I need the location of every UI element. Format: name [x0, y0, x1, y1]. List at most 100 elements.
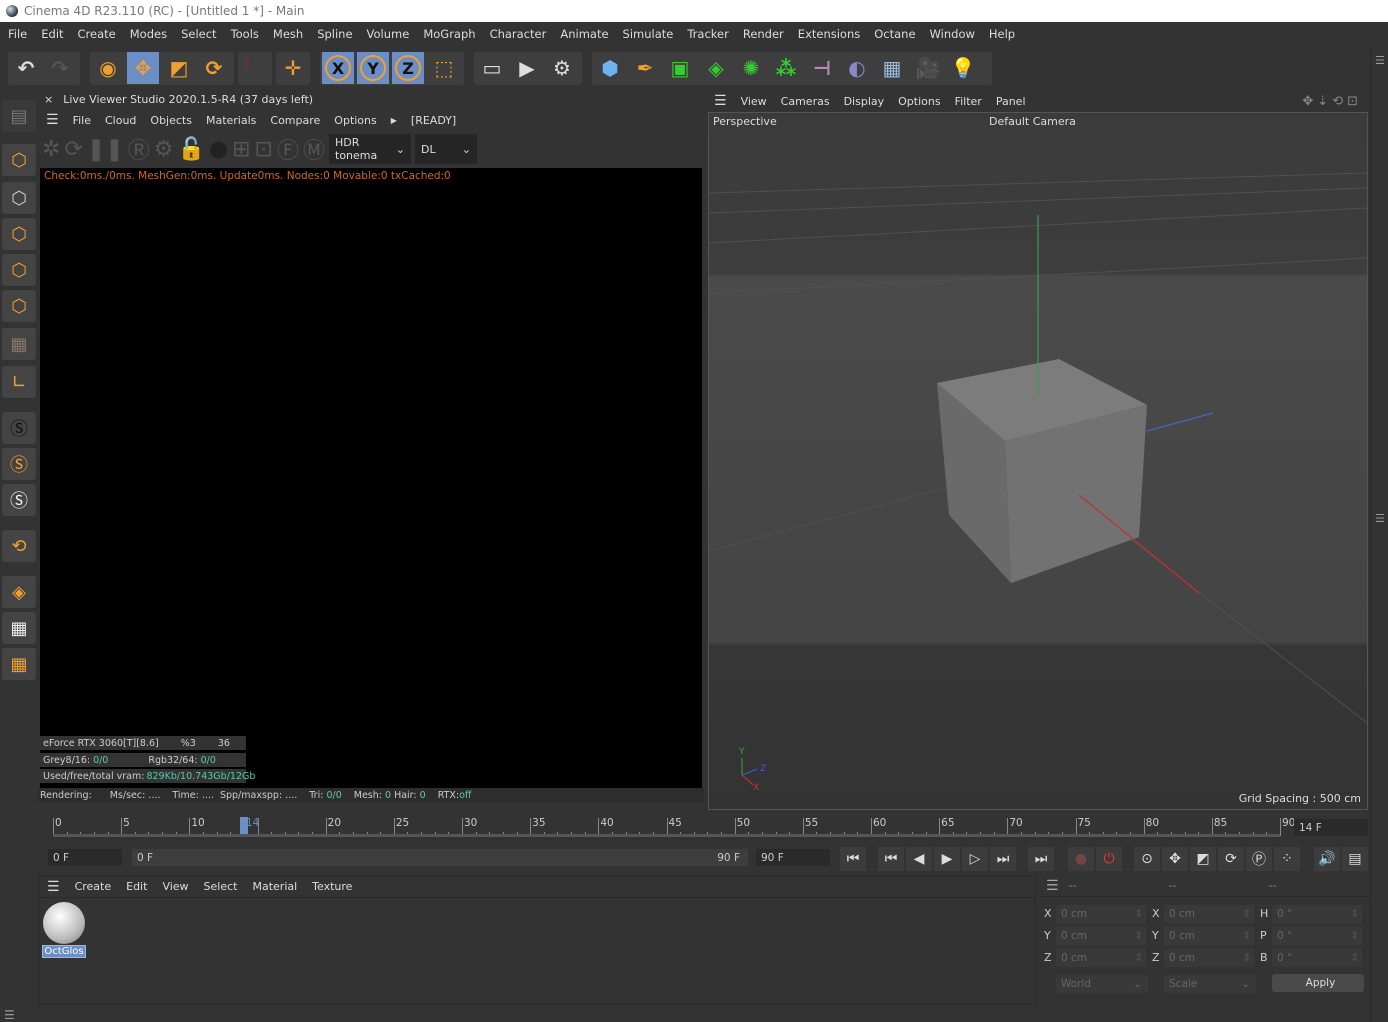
lv-menu-cloud[interactable]: Cloud [105, 114, 136, 127]
coord-field[interactable]: 0 cm ⇕ [1056, 905, 1146, 923]
hamburger-menu-icon[interactable]: ☰ [1046, 878, 1059, 894]
coord-field[interactable]: 0 cm ⇕ [1056, 949, 1146, 967]
pause-icon[interactable]: ❚❚ [87, 137, 124, 162]
maximize-view-icon[interactable]: ⊡ [1347, 94, 1362, 109]
point-mode-icon[interactable]: ⬡ [2, 218, 36, 250]
key-scale-icon[interactable]: ◩ [1190, 847, 1216, 871]
material-item[interactable]: OctGlos [42, 901, 86, 961]
mat-menu-create[interactable]: Create [75, 880, 112, 893]
key-rotation-icon[interactable]: ⟳ [1218, 847, 1244, 871]
projection-label[interactable]: Perspective [713, 115, 777, 128]
menu-edit[interactable]: Edit [41, 27, 63, 41]
autokey-icon[interactable]: ⏻ [1096, 847, 1122, 871]
vp-menu-panel[interactable]: Panel [996, 95, 1026, 108]
camera-label[interactable]: Default Camera [989, 115, 1076, 128]
snap-settings-icon[interactable]: Ⓢ [2, 448, 36, 480]
key-position-icon[interactable]: ✥ [1162, 847, 1188, 871]
apply-button[interactable]: Apply [1272, 974, 1364, 992]
render-canvas[interactable]: Check:0ms./0ms. MeshGen:0ms. Update0ms. … [40, 168, 702, 788]
subdivision-icon[interactable]: ▣ [664, 52, 696, 84]
menu-volume[interactable]: Volume [367, 27, 410, 41]
vp-menu-options[interactable]: Options [898, 95, 940, 108]
render-picture-viewer-icon[interactable]: ▶ [511, 52, 543, 84]
menu-simulate[interactable]: Simulate [623, 27, 674, 41]
scale-tool-icon[interactable]: ◩ [163, 52, 195, 84]
cloner-icon[interactable]: ✺ [735, 52, 767, 84]
close-icon[interactable]: × [44, 93, 53, 106]
pan-view-icon[interactable]: ✥ [1302, 94, 1317, 109]
menu-extensions[interactable]: Extensions [798, 27, 860, 41]
stepper-icon[interactable]: ⇕ [1350, 930, 1359, 942]
go-to-start-icon[interactable]: ⏮ [840, 847, 866, 871]
menu-render[interactable]: Render [743, 27, 784, 41]
vp-menu-display[interactable]: Display [844, 95, 885, 108]
hamburger-menu-icon[interactable]: ☰ [47, 879, 60, 895]
move-tool-icon[interactable]: ✥ [127, 52, 159, 84]
kernel-dropdown[interactable]: DL ⌄ [415, 134, 478, 164]
menu-animate[interactable]: Animate [560, 27, 608, 41]
x-axis-lock[interactable]: X [322, 52, 354, 84]
lv-menu-materials[interactable]: Materials [206, 114, 256, 127]
3d-viewport[interactable]: Perspective Default Camera Y Z X Grid Sp… [708, 112, 1368, 810]
camera-icon[interactable]: 🎥 [912, 52, 944, 84]
lock-icon[interactable]: 🔓 [178, 137, 205, 162]
hamburger-menu-icon[interactable]: ☰ [46, 112, 59, 128]
mograph-icon[interactable]: ⁂ [770, 52, 802, 84]
redo-icon[interactable]: ↷ [44, 52, 76, 84]
snap-icon[interactable]: Ⓢ [2, 412, 36, 444]
lv-menu-file[interactable]: File [73, 114, 91, 127]
vp-menu-view[interactable]: View [741, 95, 767, 108]
mat-menu-select[interactable]: Select [204, 880, 238, 893]
next-frame-icon[interactable]: ▷ [962, 847, 988, 871]
coordinate-system-icon[interactable]: ⬚ [428, 52, 460, 84]
send-scene-icon[interactable]: ✲ [42, 137, 60, 162]
coord-field[interactable]: 0 cm ⇕ [1164, 949, 1254, 967]
coord-field[interactable]: 0 ° ⇕ [1272, 949, 1362, 967]
stepper-icon[interactable]: ⇕ [1350, 952, 1359, 964]
lv-menu-objects[interactable]: Objects [150, 114, 192, 127]
playhead[interactable] [239, 817, 248, 835]
menu-mesh[interactable]: Mesh [273, 27, 303, 41]
coordinate-space-dropdown[interactable]: World ⌄ [1056, 975, 1148, 993]
floor-icon[interactable]: ▦ [876, 52, 908, 84]
stepper-icon[interactable]: ⇕ [1134, 908, 1143, 920]
z-axis-lock[interactable]: Z [392, 52, 424, 84]
edge-mode-icon[interactable]: ⬡ [2, 254, 36, 286]
quantize-icon[interactable]: Ⓢ [2, 484, 36, 516]
menu-file[interactable]: File [8, 27, 27, 41]
light-icon[interactable]: 💡 [947, 52, 979, 84]
select-tool-icon[interactable]: ◉ [92, 52, 124, 84]
align-workplane-icon[interactable]: ▦ [2, 648, 36, 680]
previous-key-icon[interactable]: ⏮ [878, 847, 904, 871]
current-frame-field[interactable]: 14 F [1294, 819, 1368, 836]
menu-character[interactable]: Character [490, 27, 547, 41]
cube-icon[interactable]: ⬢ [594, 52, 626, 84]
menu-window[interactable]: Window [930, 27, 975, 41]
keyframe-selection-icon[interactable]: ⊙ [1134, 847, 1160, 871]
render-settings-icon[interactable]: ⚙ [546, 52, 578, 84]
add-icon[interactable]: ⊞ [232, 137, 250, 162]
hamburger-menu-icon[interactable]: ☰ [714, 93, 727, 109]
lock-workplane-icon[interactable]: ▦ [2, 612, 36, 644]
lv-menu-options[interactable]: Options [334, 114, 376, 127]
menu-mograph[interactable]: MoGraph [423, 27, 475, 41]
menu-spline[interactable]: Spline [317, 27, 352, 41]
stepper-icon[interactable]: ⇕ [1242, 930, 1251, 942]
clay-mode-icon[interactable]: ● [209, 137, 228, 162]
world-axis-button[interactable]: ✛ [276, 52, 310, 85]
mat-menu-material[interactable]: Material [252, 880, 297, 893]
start-frame-field[interactable]: 0 F [48, 849, 122, 866]
region-render-icon[interactable]: Ⓡ [128, 133, 150, 165]
rotate-tool-icon[interactable]: ⟳ [198, 52, 230, 84]
menu-create[interactable]: Create [78, 27, 116, 41]
material-pick-icon[interactable]: Ⓜ [303, 133, 325, 165]
polygon-mode-icon[interactable]: ⬡ [2, 290, 36, 322]
mat-menu-texture[interactable]: Texture [312, 880, 352, 893]
key-pla-icon[interactable]: ⁘ [1274, 847, 1300, 871]
tweak-mode-icon[interactable]: ⟲ [2, 530, 36, 562]
menu-help[interactable]: Help [989, 27, 1015, 41]
model-mode-icon[interactable]: ⬡ [2, 144, 36, 176]
menu-octane[interactable]: Octane [874, 27, 915, 41]
scheme-icon[interactable]: 🔊 [1314, 847, 1340, 871]
zoom-view-icon[interactable]: ⇣ [1317, 94, 1332, 109]
